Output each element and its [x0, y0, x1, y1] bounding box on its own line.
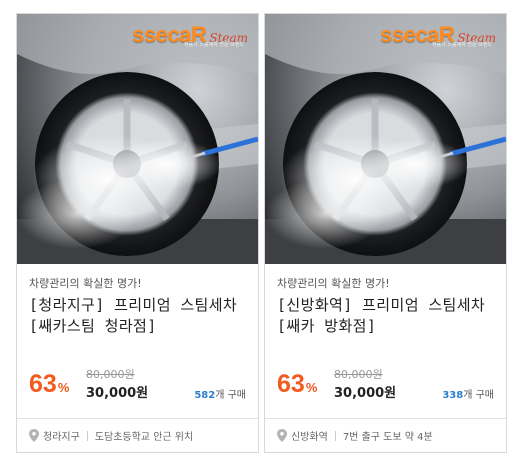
sale-price: 30,000원: [334, 386, 397, 401]
product-title[interactable]: [청라지구] 프리미엄 스팀세차[쌔카스팀 청라점]: [29, 295, 246, 339]
location-name: 청라지구: [43, 432, 80, 443]
sold-count: 338개 구매: [442, 390, 494, 401]
price-row: 63% 80,000원 30,000원 338개 구매: [277, 366, 494, 406]
location-footer: 신방화역 7번 출구 도보 약 4분: [265, 418, 506, 452]
location-name: 신방화역: [291, 432, 328, 443]
product-card[interactable]: ssecaR Steam 자동차 스팀세차 전문 브랜드 차량관리의 확실한 명…: [16, 13, 259, 453]
map-pin-icon: [277, 429, 287, 442]
location-detail: 7번 출구 도보 약 4분: [342, 432, 433, 443]
sold-count: 582개 구매: [194, 390, 246, 401]
product-card[interactable]: ssecaR Steam 자동차 스팀세차 전문 브랜드 차량관리의 확실한 명…: [264, 13, 507, 453]
product-image[interactable]: ssecaR Steam 자동차 스팀세차 전문 브랜드: [17, 14, 258, 264]
divider: [86, 430, 88, 441]
original-price: 80,000원: [334, 368, 383, 381]
brand-logo-subtitle: 자동차 스팀세차 전문 브랜드: [184, 42, 244, 48]
product-image[interactable]: ssecaR Steam 자동차 스팀세차 전문 브랜드: [265, 14, 506, 264]
original-price: 80,000원: [86, 368, 135, 381]
sale-price: 30,000원: [86, 386, 149, 401]
brand-logo-subtitle: 자동차 스팀세차 전문 브랜드: [432, 42, 492, 48]
product-title[interactable]: [신방화역] 프리미엄 스팀세차[쌔카 방화점]: [277, 295, 494, 339]
price-row: 63% 80,000원 30,000원 582개 구매: [29, 366, 246, 406]
discount-rate: 63%: [277, 370, 318, 398]
location-detail: 도담초등학교 안근 위치: [94, 432, 194, 443]
map-pin-icon: [29, 429, 39, 442]
product-tagline: 차량관리의 확실한 명가!: [29, 277, 142, 290]
product-tagline: 차량관리의 확실한 명가!: [277, 277, 390, 290]
location-footer: 청라지구 도담초등학교 안근 위치: [17, 418, 258, 452]
discount-rate: 63%: [29, 370, 70, 398]
divider: [334, 430, 336, 441]
